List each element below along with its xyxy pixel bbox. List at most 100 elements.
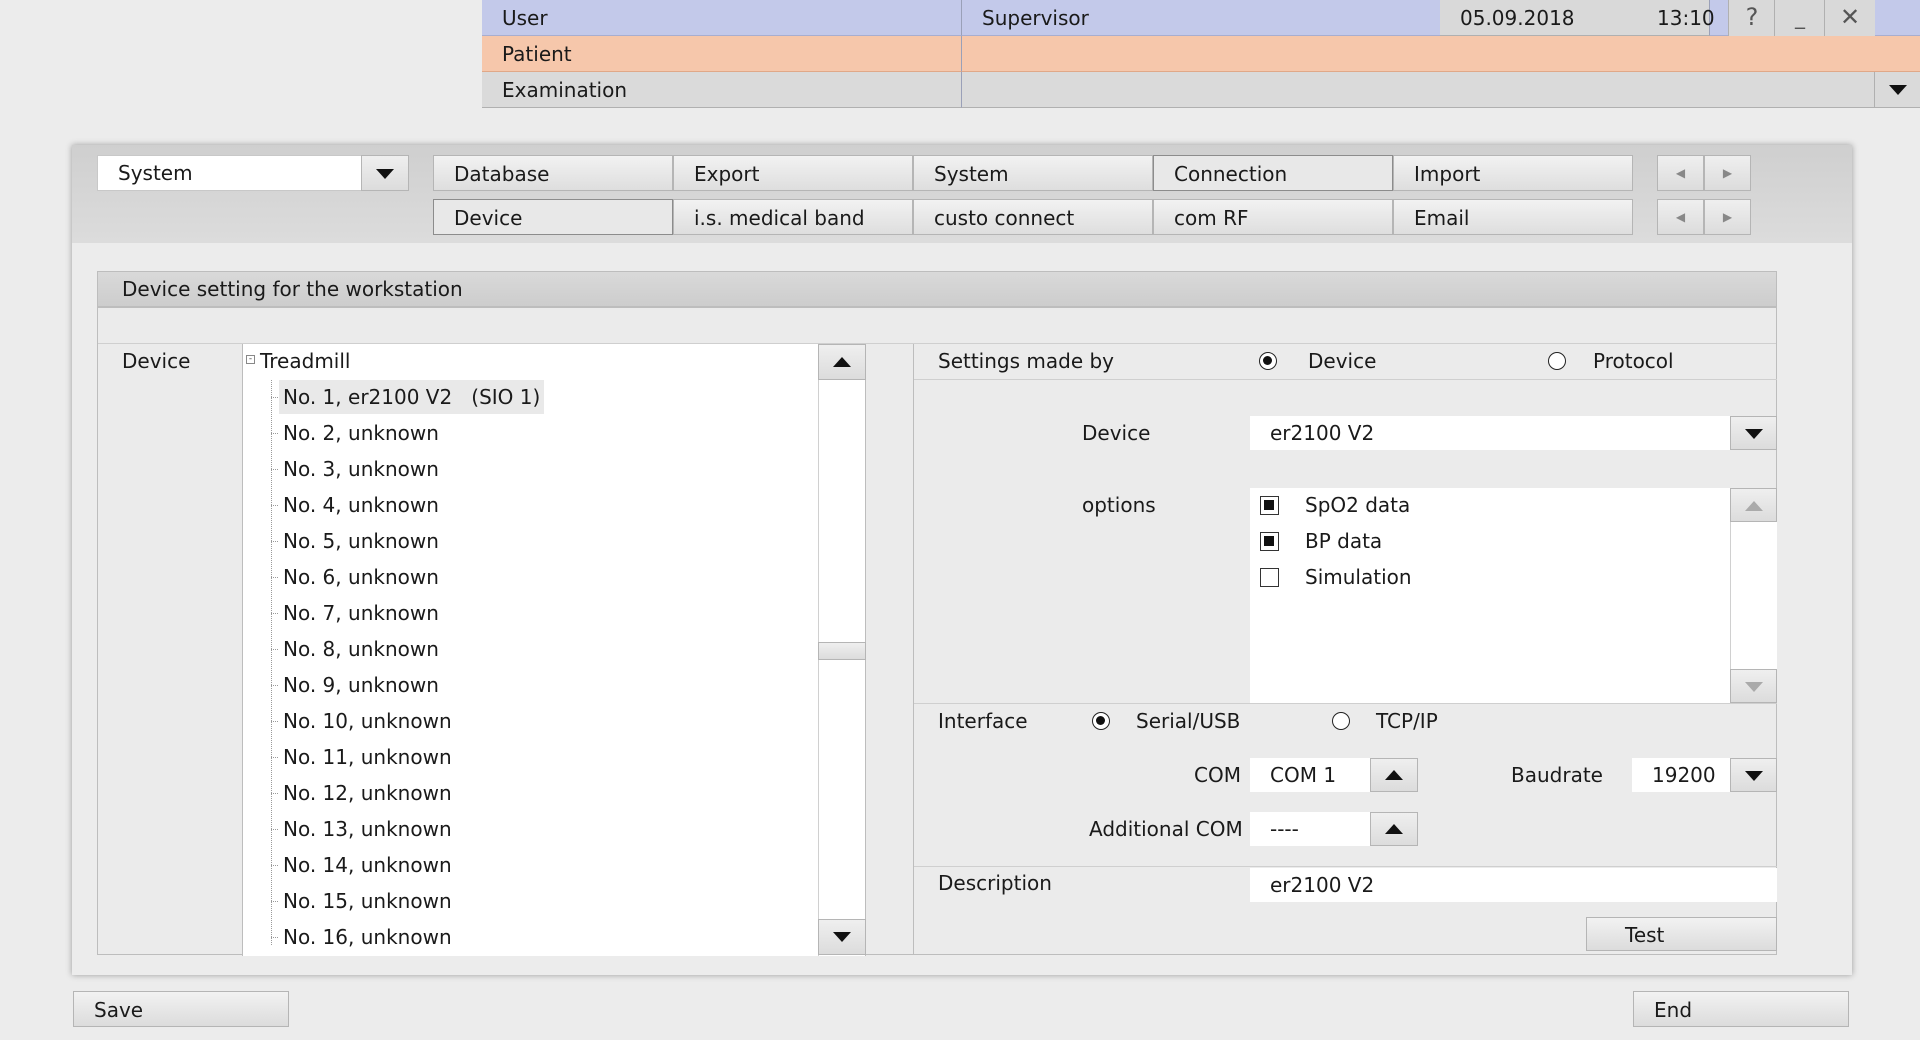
- tree-item[interactable]: No. 14, unknown: [279, 848, 456, 882]
- tree-item-name: unknown: [348, 601, 439, 625]
- tree-item-number: No. 16,: [283, 925, 355, 949]
- made-by-protocol-radio[interactable]: [1548, 352, 1566, 370]
- device-select-dropdown-button[interactable]: [1730, 416, 1777, 450]
- additional-com-field[interactable]: ----: [1250, 812, 1370, 846]
- time-display: 13:10: [1657, 6, 1715, 30]
- tree-collapse-icon[interactable]: -: [246, 355, 255, 364]
- section-title: Device setting for the workstation: [97, 271, 1777, 307]
- tree-item[interactable]: No. 10, unknown: [279, 704, 456, 738]
- end-button[interactable]: End: [1633, 991, 1849, 1027]
- com-label: COM: [1194, 763, 1241, 787]
- interface-tcp-radio[interactable]: [1332, 712, 1350, 730]
- divider: [914, 379, 1777, 380]
- interface-serial-radio[interactable]: [1092, 712, 1110, 730]
- additional-com-stepper-up-button[interactable]: [1370, 812, 1418, 846]
- tree-guide-line: [271, 380, 272, 945]
- tree-item[interactable]: No. 5, unknown: [279, 524, 443, 558]
- tree-scroll-thumb[interactable]: [818, 642, 866, 660]
- made-by-device-radio[interactable]: [1259, 352, 1277, 370]
- help-button[interactable]: ?: [1728, 0, 1775, 36]
- baudrate-select[interactable]: 19200: [1632, 758, 1730, 792]
- tree-item[interactable]: No. 3, unknown: [279, 452, 443, 486]
- options-scroll-down-button[interactable]: [1730, 669, 1777, 703]
- option-bp-checkbox[interactable]: [1260, 532, 1279, 551]
- baudrate-value: 19200: [1652, 763, 1716, 787]
- tree-item[interactable]: No. 12, unknown: [279, 776, 456, 810]
- additional-com-value: ----: [1270, 817, 1299, 841]
- tree-item[interactable]: No. 9, unknown: [279, 668, 443, 702]
- device-select[interactable]: er2100 V2: [1250, 416, 1730, 450]
- tab-import[interactable]: Import: [1393, 155, 1633, 191]
- tree-guide-line: [271, 469, 278, 470]
- chevron-down-icon: [1888, 85, 1907, 95]
- close-button[interactable]: ✕: [1824, 0, 1875, 36]
- tree-guide-line: [271, 829, 278, 830]
- option-simulation-checkbox[interactable]: [1260, 568, 1279, 587]
- tab-email[interactable]: Email: [1393, 199, 1633, 235]
- baudrate-dropdown-button[interactable]: [1730, 758, 1777, 792]
- examination-value[interactable]: [962, 72, 1878, 108]
- save-button[interactable]: Save: [73, 991, 289, 1027]
- tree-item[interactable]: No. 11, unknown: [279, 740, 456, 774]
- options-list[interactable]: SpO2 data BP data Simulation: [1250, 488, 1730, 703]
- tab-com-rf[interactable]: com RF: [1153, 199, 1393, 235]
- device-tree[interactable]: - Treadmill No. 1, er2100 V2 (SIO 1) No. …: [242, 344, 820, 956]
- tree-scrollbar[interactable]: [818, 344, 866, 956]
- tabs-row1-prev-button[interactable]: ◀: [1657, 155, 1704, 191]
- tree-root-treadmill[interactable]: Treadmill: [260, 344, 350, 378]
- tree-item[interactable]: No. 8, unknown: [279, 632, 443, 666]
- chevron-right-icon: ▶: [1722, 210, 1733, 224]
- tabs-row2-prev-button[interactable]: ◀: [1657, 199, 1704, 235]
- tab-export[interactable]: Export: [673, 155, 913, 191]
- examination-dropdown-button[interactable]: [1874, 72, 1920, 108]
- chevron-down-icon: [1744, 682, 1763, 692]
- tab-device[interactable]: Device: [433, 199, 673, 235]
- options-label: options: [1082, 493, 1156, 517]
- tree-item[interactable]: No. 6, unknown: [279, 560, 443, 594]
- tabs-row1-next-button[interactable]: ▶: [1704, 155, 1751, 191]
- tree-item[interactable]: No. 13, unknown: [279, 812, 456, 846]
- tree-guide-line: [271, 937, 278, 938]
- tree-item[interactable]: No. 4, unknown: [279, 488, 443, 522]
- tab-system[interactable]: System: [913, 155, 1153, 191]
- tabs-row2-next-button[interactable]: ▶: [1704, 199, 1751, 235]
- minimize-button[interactable]: _: [1774, 0, 1825, 36]
- tree-guide-line: [271, 793, 278, 794]
- tree-item-number: No. 9,: [283, 673, 342, 697]
- tree-item-name: unknown: [348, 673, 439, 697]
- chevron-up-icon: [833, 357, 851, 367]
- patient-label: Patient: [482, 36, 962, 72]
- tree-item-number: No. 8,: [283, 637, 342, 661]
- chevron-left-icon: ◀: [1675, 166, 1686, 180]
- tab-database[interactable]: Database: [433, 155, 673, 191]
- com-stepper-up-button[interactable]: [1370, 758, 1418, 792]
- tree-item[interactable]: No. 2, unknown: [279, 416, 443, 450]
- patient-value[interactable]: [962, 36, 1920, 72]
- tree-item-name: unknown: [348, 529, 439, 553]
- tab-is-medical-band[interactable]: i.s. medical band: [673, 199, 913, 235]
- options-scrollbar[interactable]: [1730, 488, 1777, 703]
- tree-scroll-down-button[interactable]: [818, 919, 866, 955]
- tab-connection[interactable]: Connection: [1153, 155, 1393, 191]
- tab-custo-connect[interactable]: custo connect: [913, 199, 1153, 235]
- option-spo2-checkbox[interactable]: [1260, 496, 1279, 515]
- tree-item[interactable]: No. 16, unknown: [279, 920, 456, 954]
- toolbar: System Database Export System Connection…: [72, 145, 1852, 243]
- tree-guide-line: [271, 613, 278, 614]
- tree-guide-line: [271, 433, 278, 434]
- tree-item[interactable]: No. 1, er2100 V2 (SIO 1): [279, 380, 545, 414]
- settings-right-area: Settings made by Device Protocol Device …: [913, 344, 1777, 954]
- tree-item[interactable]: No. 7, unknown: [279, 596, 443, 630]
- tree-item-name: unknown: [348, 457, 439, 481]
- tree-scroll-up-button[interactable]: [818, 344, 866, 380]
- options-scroll-up-button[interactable]: [1730, 488, 1777, 522]
- tree-item-name: unknown: [360, 925, 452, 949]
- com-field[interactable]: COM 1: [1250, 758, 1370, 792]
- minimize-icon: _: [1795, 5, 1805, 29]
- description-field[interactable]: er2100 V2: [1250, 868, 1777, 902]
- category-dropdown-button[interactable]: [361, 155, 409, 191]
- category-select[interactable]: System: [97, 155, 409, 191]
- test-button[interactable]: Test: [1586, 917, 1777, 951]
- tree-item-name: unknown: [360, 853, 452, 877]
- tree-item[interactable]: No. 15, unknown: [279, 884, 456, 918]
